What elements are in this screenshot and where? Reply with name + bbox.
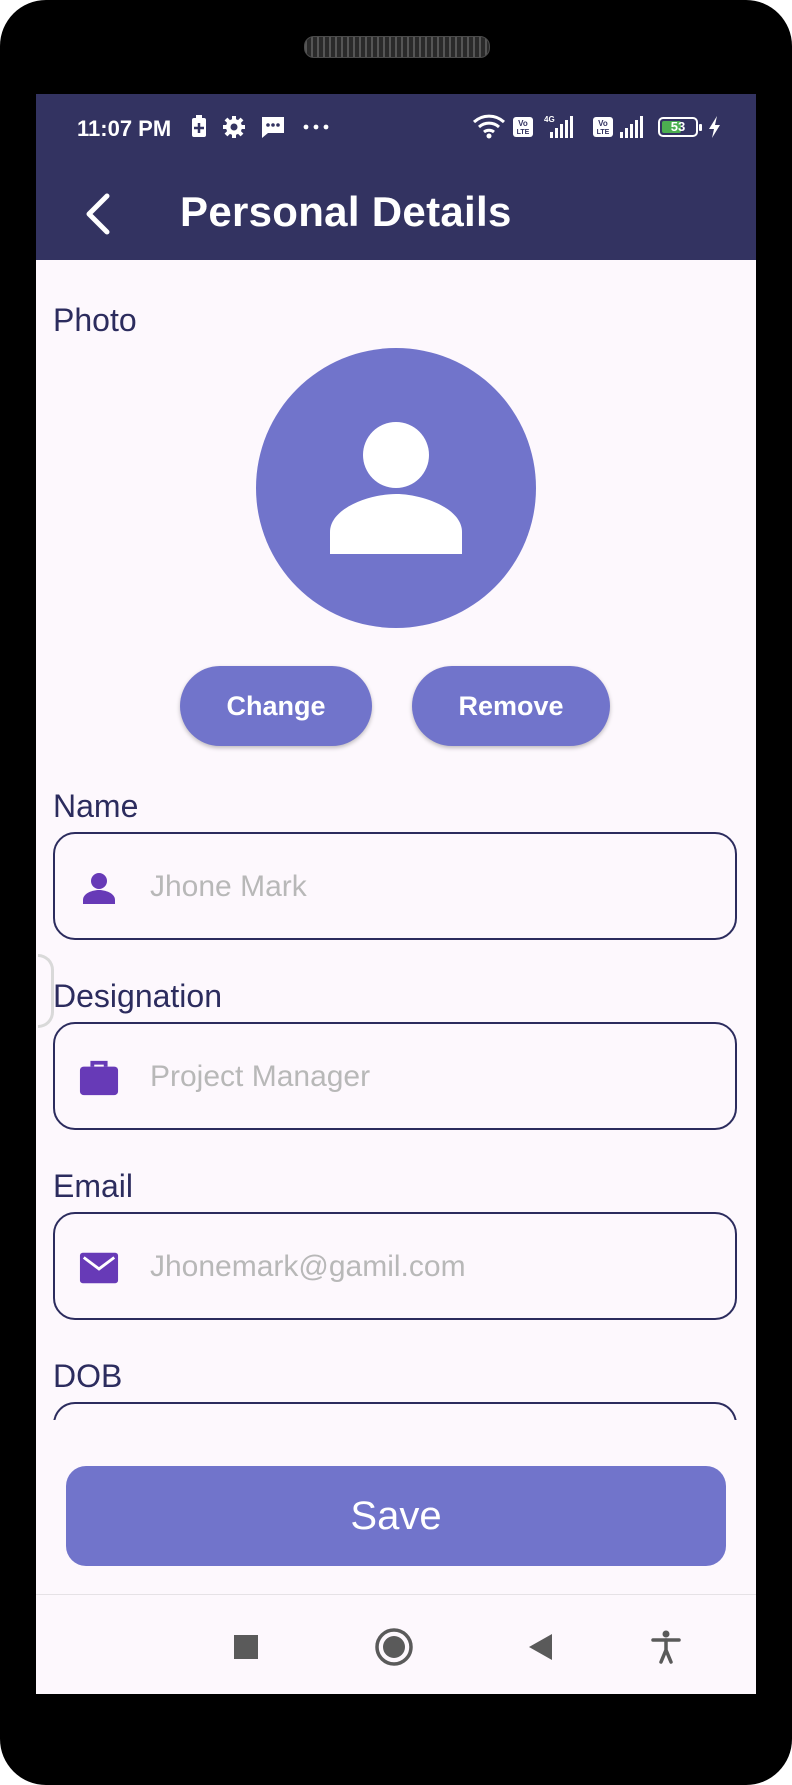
recents-square-icon[interactable] xyxy=(226,1627,266,1667)
settings-icon xyxy=(222,114,246,140)
volte-icon: Vo LTE xyxy=(512,114,534,140)
designation-input-placeholder: Project Manager xyxy=(150,1060,371,1093)
scroll-fade xyxy=(36,1420,756,1460)
email-input-placeholder: Jhonemark@gamil.com xyxy=(150,1250,466,1283)
home-circle-icon[interactable] xyxy=(374,1627,414,1667)
svg-text:4G: 4G xyxy=(544,115,555,124)
person-icon xyxy=(79,868,119,908)
more-dots-icon xyxy=(302,114,330,140)
overscroll-indicator xyxy=(38,954,54,1028)
signal-icon xyxy=(618,114,646,140)
back-triangle-icon[interactable] xyxy=(520,1627,560,1667)
person-placeholder-icon xyxy=(330,422,462,554)
email-field[interactable]: Jhonemark@gamil.com xyxy=(53,1212,737,1320)
mail-icon xyxy=(79,1248,119,1288)
dob-label: DOB xyxy=(53,1358,123,1394)
volte-icon: Vo LTE xyxy=(592,114,614,140)
app-bar: Personal Details xyxy=(36,166,756,260)
name-field[interactable]: Jhone Mark xyxy=(53,832,737,940)
battery-level: 53 xyxy=(670,119,686,134)
battery-icon: 53 xyxy=(658,114,702,140)
accessibility-icon[interactable] xyxy=(646,1627,686,1667)
earpiece-speaker xyxy=(304,36,490,58)
app-screen: 11:07 PM Vo LTE 4G Vo LTE 53 Personal De… xyxy=(36,94,756,1694)
svg-text:LTE: LTE xyxy=(517,129,530,136)
phone-frame: 11:07 PM Vo LTE 4G Vo LTE 53 Personal De… xyxy=(0,0,792,1785)
email-label: Email xyxy=(53,1168,134,1204)
system-nav-bar xyxy=(36,1594,756,1694)
message-icon xyxy=(260,114,286,140)
svg-text:LTE: LTE xyxy=(597,129,610,136)
save-button[interactable]: Save xyxy=(66,1466,726,1566)
designation-label: Designation xyxy=(53,978,222,1014)
remove-photo-button[interactable]: Remove xyxy=(412,666,610,746)
svg-text:Vo: Vo xyxy=(598,119,608,128)
svg-text:Vo: Vo xyxy=(518,119,528,128)
charging-icon xyxy=(708,114,722,140)
designation-field[interactable]: Project Manager xyxy=(53,1022,737,1130)
back-arrow-icon[interactable] xyxy=(74,190,122,238)
name-label: Name xyxy=(53,788,139,824)
photo-label: Photo xyxy=(53,302,137,338)
change-photo-button[interactable]: Change xyxy=(180,666,372,746)
battery-saver-icon xyxy=(190,114,208,140)
status-time: 11:07 PM xyxy=(77,116,172,141)
briefcase-icon xyxy=(79,1058,119,1098)
page-title: Personal Details xyxy=(180,188,512,235)
wifi-icon xyxy=(472,114,506,140)
avatar xyxy=(256,348,536,628)
name-input-placeholder: Jhone Mark xyxy=(150,870,307,903)
signal-4g-icon: 4G xyxy=(540,114,574,140)
status-bar: 11:07 PM Vo LTE 4G Vo LTE 53 xyxy=(36,94,756,166)
